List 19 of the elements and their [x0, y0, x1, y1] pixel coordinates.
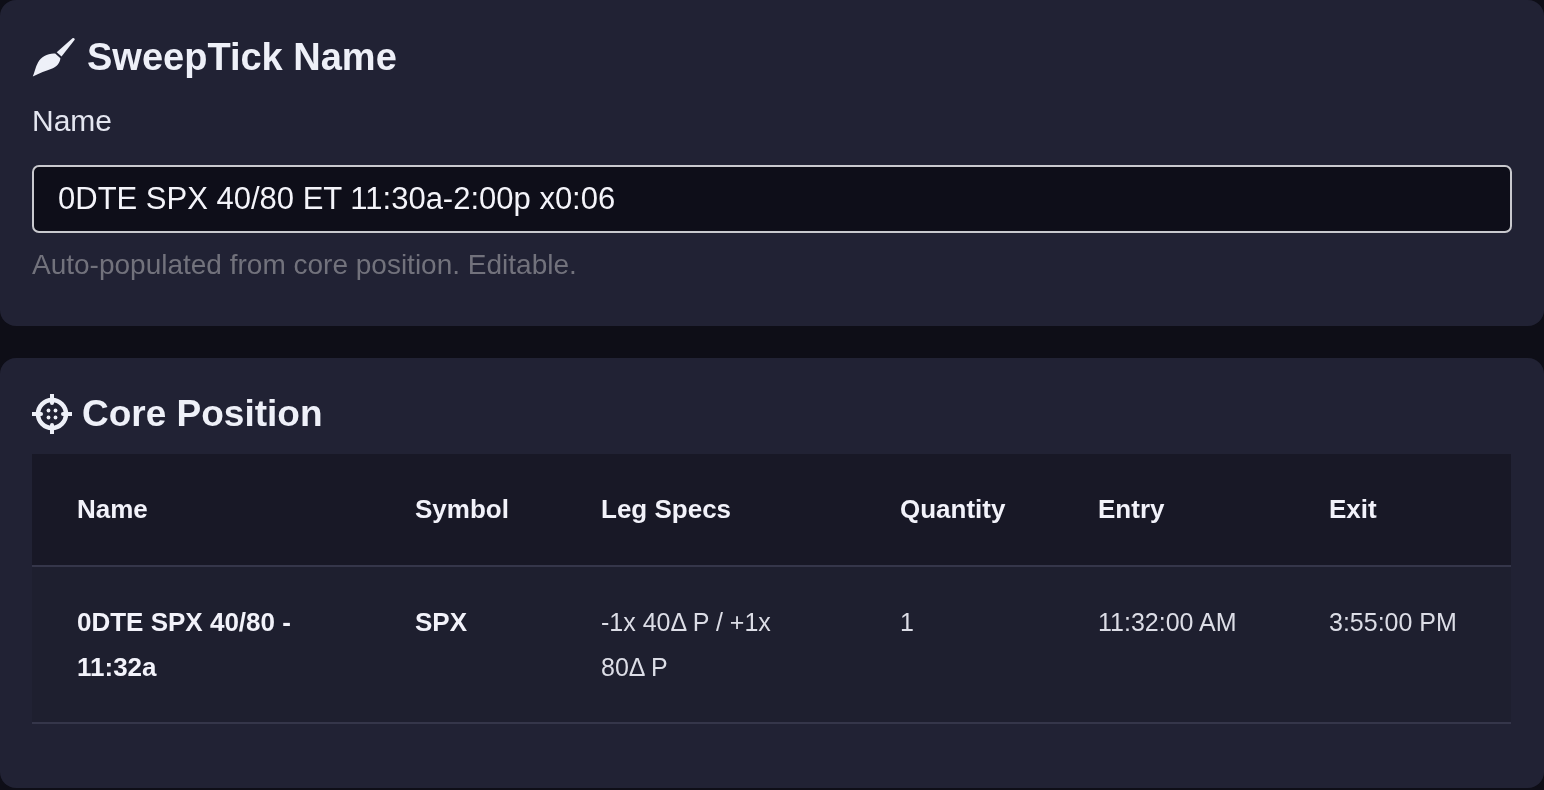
hint-text: Auto-populated from core position. Editable. — [32, 248, 577, 282]
field-label: Name — [32, 103, 113, 139]
table-cell: SPX — [370, 566, 556, 723]
panel-title: Core Position — [82, 392, 323, 436]
table-cell: 11:32:00 AM — [1053, 566, 1284, 723]
table-cell: 3:55:00 PM — [1284, 566, 1511, 723]
table-cell: 1 — [855, 566, 1053, 723]
name-input[interactable]: 0DTE SPX 40/80 ET 11:30a-2:00p x0:06 — [32, 165, 1512, 233]
table-cell: 0DTE SPX 40/80 - 11:32a — [32, 566, 370, 723]
crosshair-icon — [32, 394, 72, 434]
column-header: Entry — [1053, 454, 1284, 566]
paintbrush-icon — [32, 37, 76, 77]
column-header: Symbol — [370, 454, 556, 566]
column-header: Exit — [1284, 454, 1511, 566]
table-cell: -1x 40Δ P / +1x 80Δ P — [556, 566, 855, 723]
column-header: Quantity — [855, 454, 1053, 566]
column-header: Name — [32, 454, 370, 566]
panel-title: SweepTick Name — [87, 35, 397, 80]
column-header: Leg Specs — [556, 454, 855, 566]
